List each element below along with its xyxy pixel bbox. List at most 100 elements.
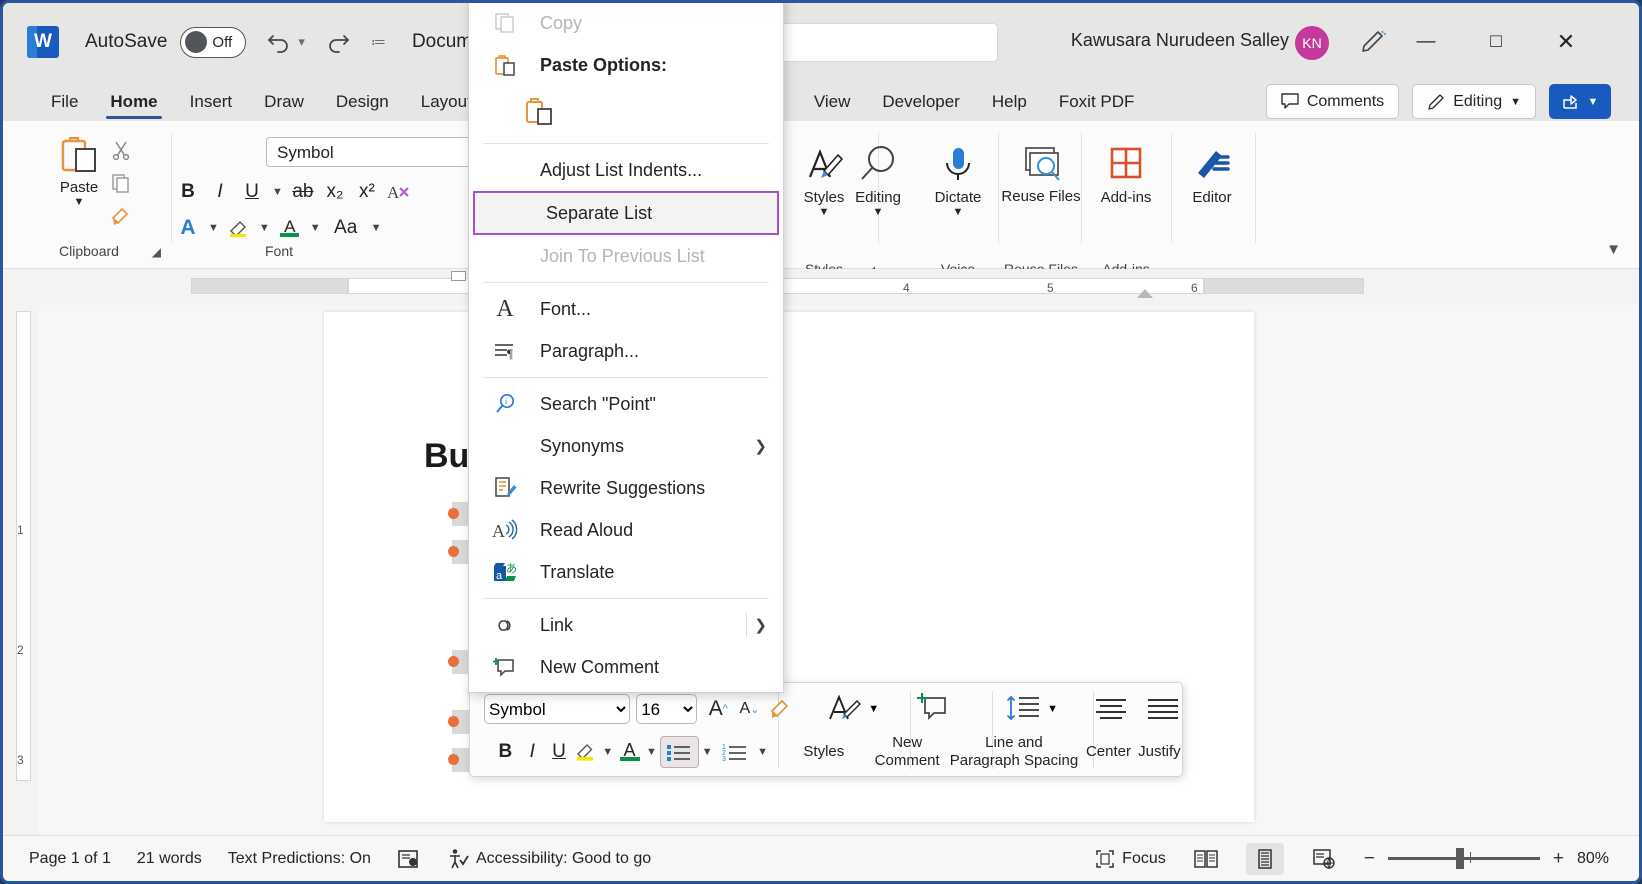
mini-format-painter-button[interactable] <box>765 693 796 725</box>
underline-dropdown-icon[interactable]: ▼ <box>269 186 286 198</box>
menu-item-paragraph[interactable]: ¶ Paragraph... <box>469 330 783 372</box>
collapse-ribbon-icon[interactable]: ▼ <box>1606 241 1621 258</box>
text-effects-button[interactable]: A <box>173 213 203 243</box>
clear-formatting-button[interactable]: A <box>384 177 414 207</box>
mini-text-highlight-button[interactable] <box>572 736 599 768</box>
minimize-button[interactable]: — <box>1403 21 1449 63</box>
autosave-toggle[interactable]: Off <box>180 26 247 58</box>
mini-new-comment-icon-button[interactable] <box>913 692 953 726</box>
mini-bullets-dropdown-icon[interactable]: ▼ <box>699 746 716 758</box>
editor-button[interactable]: Editor <box>1188 143 1236 206</box>
redo-icon[interactable] <box>325 31 351 53</box>
change-case-dropdown-icon[interactable]: ▼ <box>368 222 385 234</box>
zoom-track[interactable] <box>1387 848 1540 869</box>
mini-highlight-dropdown-icon[interactable]: ▼ <box>599 746 616 758</box>
editing-mode-button[interactable]: Editing ▼ <box>1412 84 1536 119</box>
avatar[interactable]: KN <box>1295 26 1329 60</box>
mini-shrink-font-button[interactable]: A ⌄ <box>734 693 765 725</box>
mini-justify-label[interactable]: Justify <box>1137 743 1182 761</box>
view-read-mode-button[interactable] <box>1187 843 1225 875</box>
mini-bold-button[interactable]: B <box>492 736 519 768</box>
mini-underline-button[interactable]: U <box>546 736 573 768</box>
tab-foxit-pdf[interactable]: Foxit PDF <box>1043 88 1151 121</box>
mini-font-color-button[interactable]: A <box>616 736 643 768</box>
text-effects-dropdown-icon[interactable]: ▼ <box>205 222 222 234</box>
menu-item-synonyms[interactable]: Synonyms ❯ <box>469 425 783 467</box>
mini-bullets-button[interactable] <box>659 736 699 768</box>
tab-view[interactable]: View <box>798 88 867 121</box>
right-indent-marker[interactable] <box>1137 289 1153 298</box>
subscript-button[interactable]: x₂ <box>320 177 350 207</box>
mini-styles-icon-button[interactable] <box>826 692 866 726</box>
mini-numbering-button[interactable]: 123 <box>716 736 755 768</box>
mini-font-color-dropdown-icon[interactable]: ▼ <box>643 746 660 758</box>
view-web-layout-button[interactable] <box>1305 843 1343 875</box>
undo-icon[interactable] <box>266 31 292 53</box>
status-proofing-button[interactable] <box>397 848 421 870</box>
share-button[interactable]: ▼ <box>1549 84 1611 119</box>
mini-line-spacing-chevron-icon[interactable]: ▼ <box>1047 703 1058 715</box>
mini-toolbar[interactable]: Symbol 16 A ^ A ⌄ ▼ ▼ B I U ▼ A ▼ ▼ 1 2 … <box>469 682 1183 777</box>
mini-new-comment-label[interactable]: New Comment <box>869 734 946 770</box>
menu-item-adjust-list-indents[interactable]: Adjust List Indents... <box>469 149 783 191</box>
copy-button[interactable] <box>106 168 136 198</box>
underline-button[interactable]: U <box>237 177 267 207</box>
zoom-in-button[interactable]: + <box>1553 848 1564 870</box>
cut-button[interactable] <box>106 135 136 165</box>
font-color-dropdown-icon[interactable]: ▼ <box>307 222 324 234</box>
mini-numbering-dropdown-icon[interactable]: ▼ <box>754 746 771 758</box>
tab-insert[interactable]: Insert <box>174 88 249 121</box>
font-color-button[interactable]: A <box>275 213 305 243</box>
undo-dropdown-icon[interactable]: ▾ <box>298 34 305 50</box>
mini-line-spacing-icon-button[interactable] <box>1003 692 1045 726</box>
comments-button[interactable]: Comments <box>1265 84 1400 119</box>
status-text-predictions[interactable]: Text Predictions: On <box>228 850 371 868</box>
status-focus-button[interactable]: Focus <box>1095 849 1166 869</box>
close-button[interactable]: ✕ <box>1543 21 1589 63</box>
mini-italic-button[interactable]: I <box>519 736 546 768</box>
horizontal-ruler[interactable]: 1 2 3 4 5 6 <box>3 269 1639 305</box>
first-line-indent-marker[interactable] <box>451 271 466 281</box>
status-accessibility[interactable]: Accessibility: Good to go <box>447 848 651 870</box>
superscript-button[interactable]: x² <box>352 177 382 207</box>
mini-grow-font-button[interactable]: A ^ <box>703 693 734 725</box>
tab-draw[interactable]: Draw <box>248 88 320 121</box>
text-highlight-button[interactable] <box>224 213 254 243</box>
dictate-button[interactable]: Dictate ▼ <box>934 143 982 219</box>
mini-center-label[interactable]: Center <box>1084 743 1133 761</box>
change-case-button[interactable]: Aa <box>326 213 366 243</box>
mini-styles-chevron-icon[interactable]: ▼ <box>868 703 879 715</box>
maximize-button[interactable]: □ <box>1473 21 1519 63</box>
menu-item-rewrite-suggestions[interactable]: Rewrite Suggestions <box>469 467 783 509</box>
mini-center-icon-button[interactable] <box>1092 694 1130 724</box>
status-word-count[interactable]: 21 words <box>137 850 202 868</box>
mini-font-name-select[interactable]: Symbol <box>484 694 631 724</box>
mini-font-size-select[interactable]: 16 <box>636 694 697 724</box>
menu-item-separate-list[interactable]: Separate List <box>473 191 779 235</box>
status-page-count[interactable]: Page 1 of 1 <box>29 850 111 868</box>
menu-item-new-comment[interactable]: New Comment <box>469 646 783 688</box>
menu-item-search-point[interactable]: i Search "Point" <box>469 383 783 425</box>
view-print-layout-button[interactable] <box>1245 842 1284 875</box>
context-menu[interactable]: Copy Paste Options: Adjust List Indents.… <box>468 3 784 693</box>
menu-item-read-aloud[interactable]: A Read Aloud <box>469 509 783 551</box>
tab-help[interactable]: Help <box>976 88 1043 121</box>
tab-file[interactable]: File <box>35 88 94 121</box>
mini-styles-label[interactable]: Styles <box>797 743 851 761</box>
vertical-ruler[interactable]: 1 2 3 <box>3 305 39 835</box>
pen-annotation-icon[interactable] <box>1357 27 1387 62</box>
strikethrough-button[interactable]: ab <box>288 177 318 207</box>
zoom-out-button[interactable]: − <box>1364 848 1375 870</box>
highlight-dropdown-icon[interactable]: ▼ <box>256 222 273 234</box>
mini-justify-icon-button[interactable] <box>1144 694 1182 724</box>
menu-item-link[interactable]: Link ❯ <box>469 604 783 646</box>
reuse-files-button[interactable]: Reuse Files <box>1001 143 1081 206</box>
menu-item-translate[interactable]: aあ Translate <box>469 551 783 593</box>
tab-design[interactable]: Design <box>320 88 405 121</box>
italic-button[interactable]: I <box>205 177 235 207</box>
zoom-thumb[interactable] <box>1455 848 1464 869</box>
zoom-slider[interactable]: − + 80% <box>1364 848 1609 870</box>
mini-line-spacing-label[interactable]: Line and Paragraph Spacing <box>950 734 1078 770</box>
menu-item-paste-keep-source[interactable] <box>469 86 783 138</box>
menu-item-font[interactable]: A Font... <box>469 288 783 330</box>
